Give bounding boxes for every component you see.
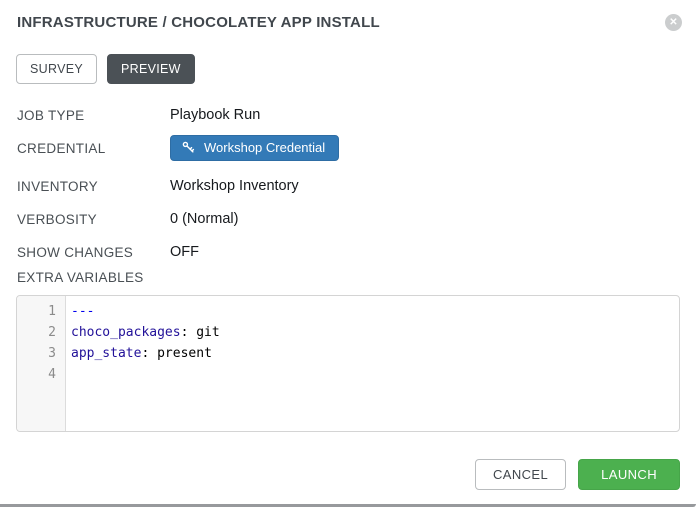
window-bottom-edge (0, 504, 696, 507)
field-row-verbosity: VERBOSITY 0 (Normal) (17, 211, 696, 227)
editor-line: 3 app_state: present (17, 343, 679, 364)
yaml-key: app_state (71, 346, 141, 361)
editor-code-lines: 1 --- 2 choco_packages: git 3 app_state:… (17, 296, 679, 385)
job-type-label: JOB TYPE (17, 108, 170, 123)
yaml-doc-separator: --- (71, 304, 94, 319)
launch-button[interactable]: LAUNCH (578, 459, 680, 490)
tab-bar: SURVEY PREVIEW (16, 54, 696, 84)
show-changes-label: SHOW CHANGES (17, 245, 170, 260)
modal-footer: CANCEL LAUNCH (0, 459, 696, 490)
key-icon (182, 141, 195, 154)
editor-line: 4 (17, 364, 679, 385)
field-row-job-type: JOB TYPE Playbook Run (17, 107, 696, 123)
line-number: 3 (17, 343, 65, 364)
line-number: 4 (17, 364, 65, 385)
extra-variables-editor[interactable]: 1 --- 2 choco_packages: git 3 app_state:… (16, 295, 680, 432)
yaml-value: : git (181, 325, 220, 340)
credential-label: CREDENTIAL (17, 141, 170, 156)
close-button[interactable]: ✕ (665, 14, 682, 31)
job-type-value: Playbook Run (170, 107, 260, 123)
cancel-button[interactable]: CANCEL (475, 459, 566, 490)
verbosity-label: VERBOSITY (17, 212, 170, 227)
modal-header: INFRASTRUCTURE / CHOCOLATEY APP INSTALL … (0, 0, 696, 32)
field-row-credential: CREDENTIAL Workshop Credential (17, 135, 696, 161)
tab-preview[interactable]: PREVIEW (107, 54, 195, 84)
job-launch-preview-modal: INFRASTRUCTURE / CHOCOLATEY APP INSTALL … (0, 0, 696, 515)
close-icon: ✕ (665, 14, 682, 31)
job-detail-fields: JOB TYPE Playbook Run CREDENTIAL Worksho… (0, 107, 696, 260)
line-number: 1 (17, 301, 65, 322)
verbosity-value: 0 (Normal) (170, 211, 238, 227)
field-row-inventory: INVENTORY Workshop Inventory (17, 178, 696, 194)
yaml-key: choco_packages (71, 325, 181, 340)
tab-survey[interactable]: SURVEY (16, 54, 97, 84)
credential-badge-label: Workshop Credential (204, 140, 325, 155)
inventory-label: INVENTORY (17, 179, 170, 194)
credential-badge[interactable]: Workshop Credential (170, 135, 339, 161)
editor-line: 1 --- (17, 301, 679, 322)
extra-variables-label: EXTRA VARIABLES (0, 270, 696, 285)
inventory-value: Workshop Inventory (170, 178, 299, 194)
show-changes-value: OFF (170, 244, 199, 260)
yaml-value: : present (141, 346, 211, 361)
line-number: 2 (17, 322, 65, 343)
modal-title: INFRASTRUCTURE / CHOCOLATEY APP INSTALL (17, 14, 380, 32)
field-row-show-changes: SHOW CHANGES OFF (17, 244, 696, 260)
editor-line: 2 choco_packages: git (17, 322, 679, 343)
credential-value: Workshop Credential (170, 135, 339, 161)
